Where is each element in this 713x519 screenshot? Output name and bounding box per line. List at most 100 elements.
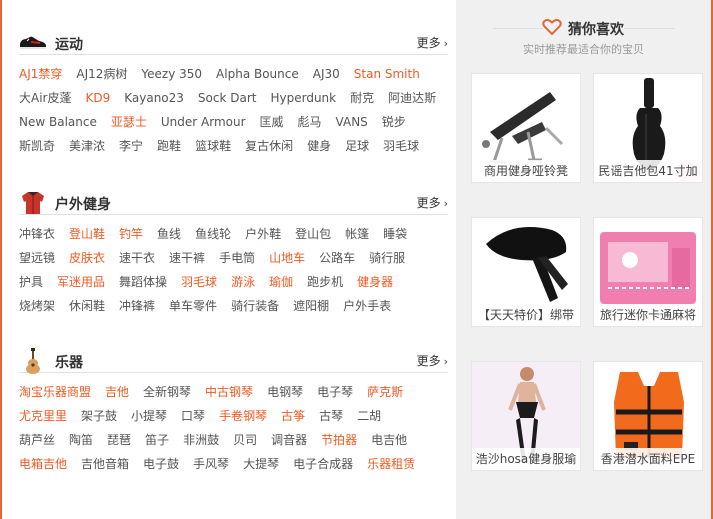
category-link[interactable]: 口琴 xyxy=(181,404,205,428)
category-link[interactable]: 二胡 xyxy=(357,404,381,428)
category-link[interactable]: 全新钢琴 xyxy=(143,380,191,404)
category-link[interactable]: VANS xyxy=(336,110,368,134)
category-link[interactable]: 篮球鞋 xyxy=(195,134,231,158)
category-link[interactable]: 游泳 xyxy=(231,270,255,294)
category-link[interactable]: 斯凯奇 xyxy=(19,134,55,158)
category-link[interactable]: New Balance xyxy=(19,110,97,134)
category-link[interactable]: 电子琴 xyxy=(317,380,353,404)
category-link[interactable]: 吉他音箱 xyxy=(81,452,129,476)
category-link[interactable]: 瑜伽 xyxy=(269,270,293,294)
category-link[interactable]: 电子合成器 xyxy=(293,452,353,476)
category-link[interactable]: 耐克 xyxy=(350,86,374,110)
category-link[interactable]: 户外手表 xyxy=(343,294,391,318)
category-link[interactable]: 皮肤衣 xyxy=(69,246,105,270)
category-link[interactable]: 琵琶 xyxy=(107,428,131,452)
category-link[interactable]: 足球 xyxy=(345,134,369,158)
category-link[interactable]: 单车零件 xyxy=(169,294,217,318)
more-link[interactable]: 更多 › xyxy=(417,194,448,211)
category-link[interactable]: 休闲鞋 xyxy=(69,294,105,318)
more-link[interactable]: 更多 › xyxy=(417,34,448,51)
category-link[interactable]: 护具 xyxy=(19,270,43,294)
category-link[interactable]: 淘宝乐器商盟 xyxy=(19,380,91,404)
category-link[interactable]: 跑鞋 xyxy=(157,134,181,158)
category-link[interactable]: 登山鞋 xyxy=(69,222,105,246)
category-link[interactable]: 中古钢琴 xyxy=(205,380,253,404)
category-link[interactable]: 彪马 xyxy=(298,110,322,134)
category-link[interactable]: 亚瑟士 xyxy=(111,110,147,134)
category-link[interactable]: 匡威 xyxy=(260,110,284,134)
category-link[interactable]: 速干衣 xyxy=(119,246,155,270)
category-link[interactable]: 帐篷 xyxy=(345,222,369,246)
category-link[interactable]: 望远镜 xyxy=(19,246,55,270)
category-link[interactable]: 小提琴 xyxy=(131,404,167,428)
category-link[interactable]: 节拍器 xyxy=(321,428,357,452)
category-link[interactable]: 羽毛球 xyxy=(383,134,419,158)
product-card[interactable]: 商用健身哑铃凳 xyxy=(471,73,581,183)
category-link[interactable]: 架子鼓 xyxy=(81,404,117,428)
category-link[interactable]: 舞蹈体操 xyxy=(119,270,167,294)
category-link[interactable]: 阿迪达斯 xyxy=(388,86,436,110)
category-link[interactable]: 手电筒 xyxy=(219,246,255,270)
category-link[interactable]: 尤克里里 xyxy=(19,404,67,428)
product-card[interactable]: 民谣吉他包41寸加 xyxy=(593,73,703,183)
category-link[interactable]: 电钢琴 xyxy=(267,380,303,404)
category-link[interactable]: 古筝 xyxy=(281,404,305,428)
category-link[interactable]: Stan Smith xyxy=(354,62,420,86)
category-link[interactable]: 骑行服 xyxy=(369,246,405,270)
category-link[interactable]: 大Air皮蓬 xyxy=(19,86,71,110)
category-link[interactable]: Under Armour xyxy=(161,110,246,134)
category-link[interactable]: KD9 xyxy=(85,86,110,110)
category-link[interactable]: Kayano23 xyxy=(124,86,184,110)
category-link[interactable]: 电箱吉他 xyxy=(19,452,67,476)
category-link[interactable]: AJ12病树 xyxy=(76,62,127,86)
category-link[interactable]: 贝司 xyxy=(233,428,257,452)
category-link[interactable]: 电子鼓 xyxy=(143,452,179,476)
category-link[interactable]: Alpha Bounce xyxy=(216,62,299,86)
category-link[interactable]: 大提琴 xyxy=(243,452,279,476)
category-link[interactable]: 陶笛 xyxy=(69,428,93,452)
category-link[interactable]: 笛子 xyxy=(145,428,169,452)
category-link[interactable]: Hyperdunk xyxy=(270,86,336,110)
category-link[interactable]: 烧烤架 xyxy=(19,294,55,318)
category-link[interactable]: 速干裤 xyxy=(169,246,205,270)
category-link[interactable]: 公路车 xyxy=(319,246,355,270)
product-card[interactable]: 香港潜水面料EPE xyxy=(593,361,703,471)
category-link[interactable]: 登山包 xyxy=(295,222,331,246)
product-card[interactable]: 旅行迷你卡通麻将 xyxy=(593,217,703,327)
category-link[interactable]: 冲锋裤 xyxy=(119,294,155,318)
category-link[interactable]: 羽毛球 xyxy=(181,270,217,294)
category-link[interactable]: 李宁 xyxy=(119,134,143,158)
category-link[interactable]: 萨克斯 xyxy=(367,380,403,404)
category-link[interactable]: 美津浓 xyxy=(69,134,105,158)
more-link[interactable]: 更多 › xyxy=(417,352,448,369)
category-link[interactable]: 户外鞋 xyxy=(245,222,281,246)
category-link[interactable]: 健身 xyxy=(307,134,331,158)
category-link[interactable]: 锐步 xyxy=(382,110,406,134)
category-link[interactable]: 复古休闲 xyxy=(245,134,293,158)
category-link[interactable]: 古琴 xyxy=(319,404,343,428)
category-link[interactable]: 冲锋衣 xyxy=(19,222,55,246)
category-link[interactable]: 手卷钢琴 xyxy=(219,404,267,428)
category-link[interactable]: 骑行装备 xyxy=(231,294,279,318)
category-link[interactable]: 鱼线 xyxy=(157,222,181,246)
category-link[interactable]: 山地车 xyxy=(269,246,305,270)
category-link[interactable]: AJ1禁穿 xyxy=(19,62,62,86)
category-link[interactable]: 调音器 xyxy=(271,428,307,452)
category-link[interactable]: 手风琴 xyxy=(193,452,229,476)
category-link[interactable]: 跑步机 xyxy=(307,270,343,294)
category-link[interactable]: 健身器 xyxy=(357,270,393,294)
category-link[interactable]: 非洲鼓 xyxy=(183,428,219,452)
category-link[interactable]: 睡袋 xyxy=(383,222,407,246)
product-card[interactable]: 浩沙hosa健身服瑜 xyxy=(471,361,581,471)
category-link[interactable]: 遮阳棚 xyxy=(293,294,329,318)
category-link[interactable]: 军迷用品 xyxy=(57,270,105,294)
product-card[interactable]: 【天天特价】绑带 xyxy=(471,217,581,327)
category-link[interactable]: 钓竿 xyxy=(119,222,143,246)
category-link[interactable]: 葫芦丝 xyxy=(19,428,55,452)
category-link[interactable]: AJ30 xyxy=(313,62,340,86)
category-link[interactable]: Yeezy 350 xyxy=(141,62,202,86)
category-link[interactable]: 乐器租赁 xyxy=(367,452,415,476)
category-link[interactable]: 电吉他 xyxy=(371,428,407,452)
category-link[interactable]: 吉他 xyxy=(105,380,129,404)
category-link[interactable]: 鱼线轮 xyxy=(195,222,231,246)
